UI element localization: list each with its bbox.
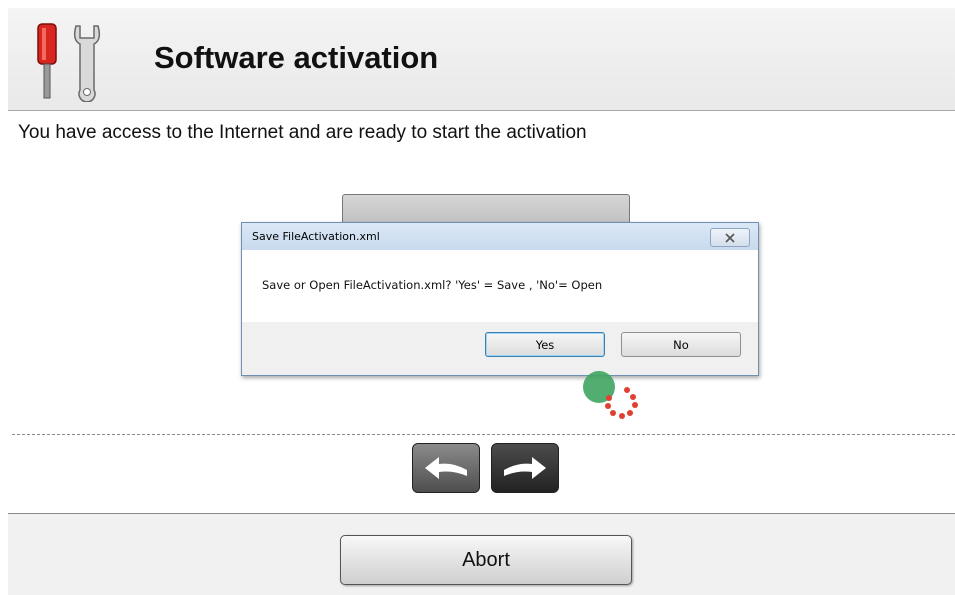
- loading-spinner-icon: [583, 371, 638, 419]
- yes-button[interactable]: Yes: [485, 332, 605, 357]
- dialog-title: Save FileActivation.xml: [252, 230, 380, 243]
- save-file-dialog: Save FileActivation.xml Save or Open Fil…: [241, 222, 759, 376]
- divider: [12, 434, 955, 435]
- header-bar: Software activation: [8, 8, 955, 111]
- close-x-glyph: [725, 232, 735, 243]
- next-button[interactable]: [491, 443, 559, 493]
- close-icon[interactable]: [710, 228, 750, 247]
- forward-arrow-icon: [504, 457, 546, 479]
- back-arrow-icon: [425, 457, 467, 479]
- back-button[interactable]: [412, 443, 480, 493]
- dialog-button-area: Yes No: [242, 322, 758, 375]
- status-message: You have access to the Internet and are …: [18, 122, 587, 143]
- no-button[interactable]: No: [621, 332, 741, 357]
- screwdriver-wrench-icon: [37, 23, 101, 102]
- dialog-message: Save or Open FileActivation.xml? 'Yes' =…: [262, 278, 603, 292]
- dialog-titlebar[interactable]: Save FileActivation.xml: [242, 223, 758, 250]
- abort-button[interactable]: Abort: [340, 535, 632, 585]
- page-title: Software activation: [154, 40, 439, 75]
